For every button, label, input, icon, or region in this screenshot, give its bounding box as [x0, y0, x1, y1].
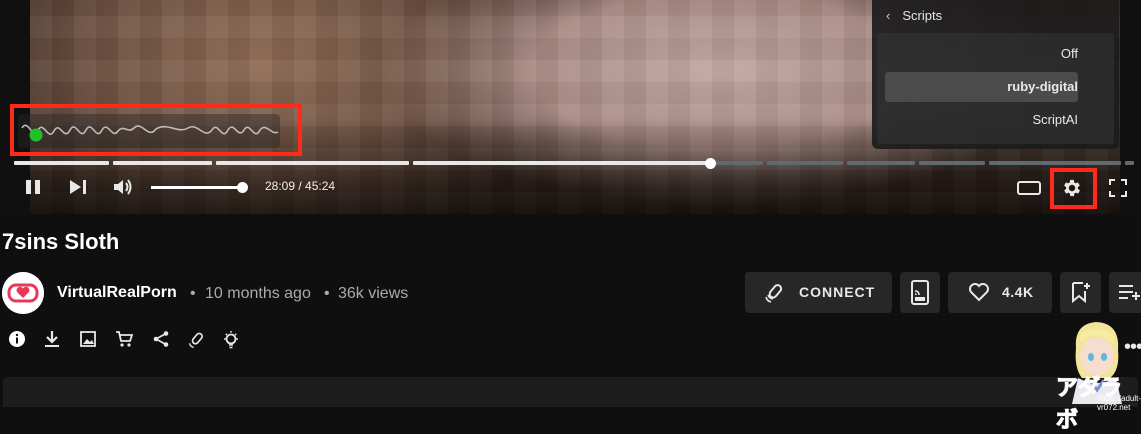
settings-icon — [1064, 179, 1080, 197]
video-player[interactable]: ‹ Scripts Off ruby-digital ScriptAI 28:09… — [0, 0, 1141, 214]
chapter-segment — [847, 161, 915, 165]
toy-sync-button[interactable] — [187, 330, 207, 355]
fullscreen-icon — [1109, 179, 1127, 197]
more-options-icon[interactable]: ••• — [1124, 336, 1141, 359]
scripts-settings-menu: ‹ Scripts Off ruby-digital ScriptAI — [872, 0, 1119, 149]
next-icon — [70, 180, 86, 194]
cast-icon — [911, 280, 929, 305]
seek-bar[interactable] — [14, 161, 1134, 165]
watermark-url: https://adult-vr072.net — [1097, 394, 1141, 412]
connect-label: CONNECT — [799, 284, 876, 300]
mute-button[interactable] — [112, 177, 134, 202]
seek-handle[interactable] — [705, 158, 716, 169]
scripts-option-list: Off ruby-digital ScriptAI — [877, 33, 1114, 144]
chapter-segment — [113, 161, 212, 165]
playlist-add-icon — [1119, 285, 1140, 300]
fullscreen-button[interactable] — [1108, 178, 1128, 203]
watermark-mascot: アダラボ — [1048, 318, 1141, 433]
bookmark-add-icon — [1072, 282, 1090, 303]
meta-separator: • — [324, 285, 330, 302]
cast-button[interactable] — [900, 272, 940, 313]
scripts-menu-title: Scripts — [902, 8, 943, 23]
chapter-segment — [989, 161, 1121, 165]
image-icon — [80, 331, 96, 347]
time-display: 28:09 / 45:24 — [265, 179, 336, 193]
settings-button[interactable] — [1061, 177, 1083, 204]
toy-connect-icon — [765, 284, 783, 303]
pause-button[interactable] — [24, 178, 42, 201]
view-count: 36k views — [338, 285, 409, 302]
download-icon — [45, 331, 59, 347]
volume-icon — [114, 179, 132, 195]
video-title: 7sins Sloth — [2, 229, 120, 254]
script-option-ruby-digital[interactable]: ruby-digital — [885, 72, 1078, 102]
info-icon — [9, 331, 25, 347]
chapter-segment — [413, 161, 711, 165]
cart-icon — [116, 331, 134, 347]
volume-slider[interactable] — [151, 186, 243, 189]
download-button[interactable] — [43, 330, 61, 353]
chapter-segment — [216, 161, 409, 165]
chapter-segment — [711, 161, 763, 165]
channel-name[interactable]: VirtualRealPorn — [57, 284, 177, 302]
upload-age: 10 months ago — [205, 285, 311, 302]
like-count: 4.4K — [1002, 284, 1034, 300]
script-waveform — [18, 114, 280, 148]
chapter-segment — [14, 161, 109, 165]
script-option-off[interactable]: Off — [885, 39, 1078, 69]
bulb-icon — [224, 331, 238, 349]
pause-icon — [26, 180, 40, 194]
chapter-segment — [1125, 161, 1134, 165]
toy-icon — [188, 332, 203, 349]
scripts-menu-back[interactable]: ‹ Scripts — [886, 8, 942, 23]
bookmark-button[interactable] — [1060, 272, 1101, 313]
share-icon — [153, 331, 169, 347]
share-button[interactable] — [152, 330, 170, 353]
heart-icon — [969, 283, 989, 302]
channel-avatar[interactable] — [2, 272, 44, 314]
info-button[interactable] — [8, 330, 26, 353]
comment-section[interactable] — [3, 377, 1138, 407]
chevron-left-icon: ‹ — [886, 8, 891, 23]
meta-separator: • — [190, 285, 196, 302]
gallery-button[interactable] — [79, 330, 97, 353]
chapter-segment — [919, 161, 985, 165]
theater-mode-icon — [1017, 181, 1041, 195]
add-to-playlist-button[interactable] — [1109, 272, 1141, 313]
channel-logo-icon — [2, 272, 44, 314]
theater-mode-button[interactable] — [1016, 179, 1042, 202]
volume-handle[interactable] — [237, 182, 248, 193]
vr-mode-button[interactable] — [222, 330, 240, 355]
chapter-segment — [767, 161, 843, 165]
buy-button[interactable] — [115, 330, 134, 353]
script-waveform-highlight — [10, 104, 302, 156]
script-option-scriptai[interactable]: ScriptAI — [885, 105, 1078, 135]
like-button[interactable]: 4.4K — [948, 272, 1052, 313]
connect-button[interactable]: CONNECT — [745, 272, 892, 313]
next-button[interactable] — [68, 178, 88, 201]
